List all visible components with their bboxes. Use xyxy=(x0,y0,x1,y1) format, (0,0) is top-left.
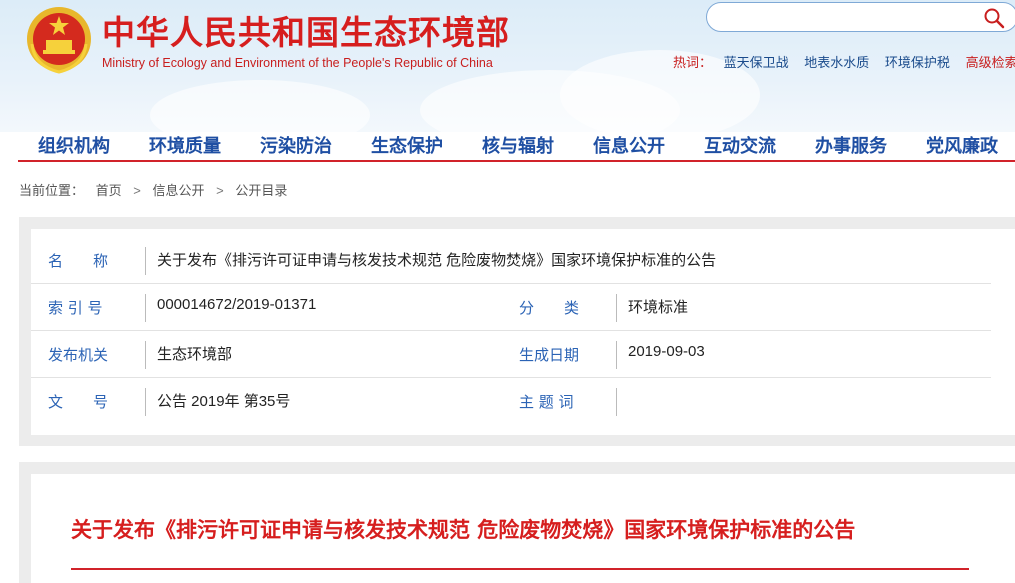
nav-item-integrity[interactable]: 党风廉政 xyxy=(926,132,998,158)
breadcrumb-catalog[interactable]: 公开目录 xyxy=(235,183,287,198)
nav-item-organization[interactable]: 组织机构 xyxy=(38,132,110,158)
info-row-name: 名 称 关于发布《排污许可证申请与核发技术规范 危险废物焚烧》国家环境保护标准的… xyxy=(31,237,991,284)
breadcrumb-label: 当前位置： xyxy=(19,183,85,198)
title-underline xyxy=(71,568,969,570)
name-value: 关于发布《排污许可证申请与核发技术规范 危险废物焚烧》国家环境保护标准的公告 xyxy=(157,252,717,269)
national-emblem-icon[interactable] xyxy=(24,4,94,76)
site-title[interactable]: 中华人民共和国生态环境部 xyxy=(102,6,510,54)
docno-value: 公告 2019年 第35号 xyxy=(157,393,291,410)
hotword-link[interactable]: 蓝天保卫战 xyxy=(724,55,789,70)
hotwords-label: 热词： xyxy=(673,55,713,70)
divider xyxy=(145,247,146,275)
divider xyxy=(616,341,617,369)
document-content-panel: 关于发布《排污许可证申请与核发技术规范 危险废物焚烧》国家环境保护标准的公告 xyxy=(19,462,1015,583)
nav-item-information-disclosure[interactable]: 信息公开 xyxy=(593,132,665,158)
breadcrumb-separator: > xyxy=(133,183,141,198)
advanced-search-link[interactable]: 高级检索 xyxy=(966,55,1015,70)
search-input[interactable] xyxy=(721,3,985,31)
divider xyxy=(145,341,146,369)
search-icon[interactable] xyxy=(983,7,1005,29)
breadcrumb: 当前位置： 首页 > 信息公开 > 公开目录 xyxy=(19,180,287,199)
issuer-value: 生态环境部 xyxy=(157,346,233,363)
index-value: 000014672/2019-01371 xyxy=(157,296,317,313)
hotword-link[interactable]: 地表水水质 xyxy=(804,55,869,70)
site-header: 中华人民共和国生态环境部 Ministry of Ecology and Env… xyxy=(0,0,1015,132)
site-subtitle: Ministry of Ecology and Environment of t… xyxy=(102,56,493,70)
docno-label: 文 号 xyxy=(48,393,109,411)
date-value: 2019-09-03 xyxy=(628,343,705,360)
nav-item-pollution-control[interactable]: 污染防治 xyxy=(260,132,332,158)
date-label: 生成日期 xyxy=(519,346,580,364)
cloud-decoration xyxy=(150,80,370,132)
main-nav: 组织机构 环境质量 污染防治 生态保护 核与辐射 信息公开 互动交流 办事服务 … xyxy=(18,132,1015,162)
nav-item-interaction[interactable]: 互动交流 xyxy=(704,132,776,158)
info-row-index: 索 引 号 000014672/2019-01371 分 类 环境标准 xyxy=(31,284,991,331)
nav-item-services[interactable]: 办事服务 xyxy=(815,132,887,158)
breadcrumb-info-disclosure[interactable]: 信息公开 xyxy=(153,183,205,198)
nav-item-nuclear-radiation[interactable]: 核与辐射 xyxy=(482,132,554,158)
nav-item-ecological-protection[interactable]: 生态保护 xyxy=(371,132,443,158)
divider xyxy=(616,388,617,416)
breadcrumb-separator: > xyxy=(216,183,224,198)
search-box[interactable] xyxy=(706,2,1015,32)
nav-item-environment-quality[interactable]: 环境质量 xyxy=(149,132,221,158)
breadcrumb-home[interactable]: 首页 xyxy=(96,183,122,198)
document-info-table: 名 称 关于发布《排污许可证申请与核发技术规范 危险废物焚烧》国家环境保护标准的… xyxy=(31,229,1015,435)
document-title: 关于发布《排污许可证申请与核发技术规范 危险废物焚烧》国家环境保护标准的公告 xyxy=(71,518,856,542)
hotwords-bar: 热词： 蓝天保卫战 地表水水质 环境保护税 高级检索 xyxy=(673,52,1015,71)
keywords-label: 主 题 词 xyxy=(519,393,574,411)
document-info-panel: 名 称 关于发布《排污许可证申请与核发技术规范 危险废物焚烧》国家环境保护标准的… xyxy=(19,217,1015,446)
divider xyxy=(145,294,146,322)
info-row-issuer: 发布机关 生态环境部 生成日期 2019-09-03 xyxy=(31,331,991,378)
divider xyxy=(145,388,146,416)
category-label: 分 类 xyxy=(519,299,580,317)
document-body: 关于发布《排污许可证申请与核发技术规范 危险废物焚烧》国家环境保护标准的公告 xyxy=(31,474,1015,583)
index-label: 索 引 号 xyxy=(48,299,103,317)
category-value: 环境标准 xyxy=(628,299,689,316)
name-label: 名 称 xyxy=(48,252,109,270)
info-row-docno: 文 号 公告 2019年 第35号 主 题 词 xyxy=(31,378,991,424)
issuer-label: 发布机关 xyxy=(48,346,109,364)
divider xyxy=(616,294,617,322)
hotword-link[interactable]: 环境保护税 xyxy=(885,55,950,70)
